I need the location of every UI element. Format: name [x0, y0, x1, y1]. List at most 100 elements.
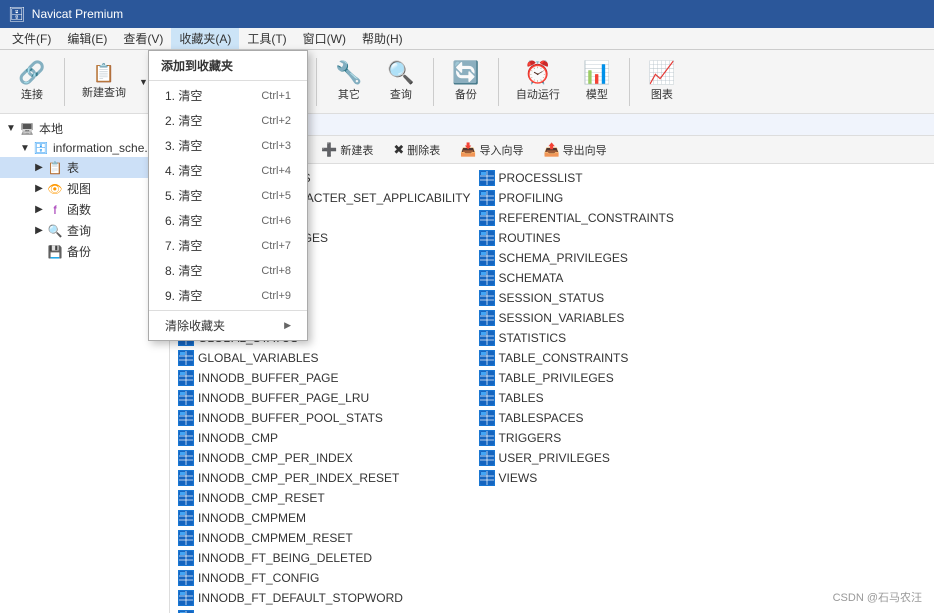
table-item-innodb_buffer_page[interactable]: INNODB_BUFFER_PAGE [174, 368, 475, 388]
obj-btn-export-wizard[interactable]: 📤导出向导 [534, 139, 615, 161]
table-item-innodb_buffer_page_lru[interactable]: INNODB_BUFFER_PAGE_LRU [174, 388, 475, 408]
table-item-triggers[interactable]: TRIGGERS [475, 428, 678, 448]
table-item-innodb_cmp[interactable]: INNODB_CMP [174, 428, 475, 448]
sidebar-item-backups[interactable]: 💾 备份 [0, 241, 169, 262]
toolbar-btn-report[interactable]: 📈图表 [638, 54, 686, 110]
favorites-dropdown: 添加到收藏夹1. 清空Ctrl+12. 清空Ctrl+23. 清空Ctrl+34… [148, 50, 308, 341]
toolbar-btn-other[interactable]: 🔧其它 [325, 54, 373, 110]
table-item-schema_privileges[interactable]: SCHEMA_PRIVILEGES [475, 248, 678, 268]
menu-item-window[interactable]: 窗口(W) [295, 28, 354, 49]
clear-favorites-label: 清除收藏夹 [165, 317, 225, 334]
table-name: INNODB_CMP [198, 431, 278, 445]
table-item-table_privileges[interactable]: TABLE_PRIVILEGES [475, 368, 678, 388]
table-item-user_privileges[interactable]: USER_PRIVILEGES [475, 448, 678, 468]
clear-favorites[interactable]: 清除收藏夹 [149, 313, 307, 338]
table-item-table_constraints[interactable]: TABLE_CONSTRAINTS [475, 348, 678, 368]
table-item-referential_constraints[interactable]: REFERENTIAL_CONSTRAINTS [475, 208, 678, 228]
table-icon [479, 250, 495, 266]
sidebar-item-tables[interactable]: ▶ 📋 表 [0, 157, 169, 178]
menu-item-file[interactable]: 文件(F) [4, 28, 59, 49]
table-item-views[interactable]: VIEWS [475, 468, 678, 488]
table-item-innodb_ft_deleted[interactable]: INNODB_FT_DELETED [174, 608, 475, 613]
sidebar-arrow-local: ▼ [4, 123, 18, 134]
favorites-item-3[interactable]: 3. 清空Ctrl+3 [149, 133, 307, 158]
table-item-innodb_ft_config[interactable]: INNODB_FT_CONFIG [174, 568, 475, 588]
sidebar-icon-tables: 📋 [46, 161, 64, 175]
toolbar-divider-4 [316, 58, 317, 106]
table-icon [479, 410, 495, 426]
sidebar-label-information_schema: information_sche... [53, 141, 154, 155]
toolbar-btn-auto-run[interactable]: ⏰自动运行 [507, 54, 569, 110]
dropdown-header[interactable]: 添加到收藏夹 [149, 53, 307, 78]
table-item-profiling[interactable]: PROFILING [475, 188, 678, 208]
table-item-statistics[interactable]: STATISTICS [475, 328, 678, 348]
table-item-tables[interactable]: TABLES [475, 388, 678, 408]
favorites-item-label-5: 5. 清空 [165, 187, 202, 204]
favorites-item-4[interactable]: 4. 清空Ctrl+4 [149, 158, 307, 183]
table-icon [178, 550, 194, 566]
dropdown-separator-2 [149, 310, 307, 311]
table-item-tablespaces[interactable]: TABLESPACES [475, 408, 678, 428]
table-icon [479, 270, 495, 286]
sidebar-item-queries[interactable]: ▶ 🔍 查询 [0, 220, 169, 241]
sidebar-item-views[interactable]: ▶ 👁 视图 [0, 178, 169, 199]
sidebar-item-functions[interactable]: ▶ f 函数 [0, 199, 169, 220]
table-name: SESSION_STATUS [499, 291, 605, 305]
table-item-session_variables[interactable]: SESSION_VARIABLES [475, 308, 678, 328]
favorites-item-label-4: 4. 清空 [165, 162, 202, 179]
sidebar-item-local[interactable]: ▼ 🖥 本地 [0, 118, 169, 139]
obj-btn-icon-delete-table: ✖ [393, 142, 404, 158]
sidebar-item-information_schema[interactable]: ▼ 🗄 information_sche... [0, 139, 169, 157]
table-item-innodb_ft_default_stopword[interactable]: INNODB_FT_DEFAULT_STOPWORD [174, 588, 475, 608]
favorites-item-7[interactable]: 7. 清空Ctrl+7 [149, 233, 307, 258]
sidebar-label-queries: 查询 [67, 222, 91, 239]
table-icon [178, 450, 194, 466]
table-item-innodb_buffer_pool_stats[interactable]: INNODB_BUFFER_POOL_STATS [174, 408, 475, 428]
menu-item-help[interactable]: 帮助(H) [354, 28, 411, 49]
table-item-global_variables[interactable]: GLOBAL_VARIABLES [174, 348, 475, 368]
favorites-item-6[interactable]: 6. 清空Ctrl+6 [149, 208, 307, 233]
menu-item-view[interactable]: 查看(V) [115, 28, 171, 49]
table-item-innodb_cmpmem[interactable]: INNODB_CMPMEM [174, 508, 475, 528]
sidebar: ▼ 🖥 本地 ▼ 🗄 information_sche... ▶ 📋 表 ▶ 👁… [0, 114, 170, 613]
table-item-innodb_cmp_per_index_reset[interactable]: INNODB_CMP_PER_INDEX_RESET [174, 468, 475, 488]
sidebar-label-tables: 表 [67, 159, 79, 176]
toolbar-btn-query[interactable]: 🔍查询 [377, 54, 425, 110]
shortcut-5: Ctrl+5 [261, 190, 291, 202]
favorites-item-9[interactable]: 9. 清空Ctrl+9 [149, 283, 307, 308]
sidebar-label-views: 视图 [67, 180, 91, 197]
shortcut-9: Ctrl+9 [261, 290, 291, 302]
table-icon [479, 290, 495, 306]
table-item-schemata[interactable]: SCHEMATA [475, 268, 678, 288]
dropdown-separator-1 [149, 80, 307, 81]
sidebar-icon-information_schema: 🗄 [32, 141, 50, 155]
menu-item-favorites[interactable]: 收藏夹(A) [171, 28, 239, 49]
toolbar-btn-new-query[interactable]: 📋新建查询 [73, 54, 135, 110]
table-item-innodb_cmp_per_index[interactable]: INNODB_CMP_PER_INDEX [174, 448, 475, 468]
toolbar-btn-model[interactable]: 📊模型 [573, 54, 621, 110]
menu-item-edit[interactable]: 编辑(E) [59, 28, 115, 49]
table-item-innodb_cmp_reset[interactable]: INNODB_CMP_RESET [174, 488, 475, 508]
table-item-innodb_cmpmem_reset[interactable]: INNODB_CMPMEM_RESET [174, 528, 475, 548]
toolbar-btn-connect[interactable]: 🔗连接 [8, 54, 56, 110]
obj-btn-new-table[interactable]: ➕新建表 [312, 139, 382, 161]
table-name: STATISTICS [499, 331, 567, 345]
favorites-item-2[interactable]: 2. 清空Ctrl+2 [149, 108, 307, 133]
toolbar-btn-backup[interactable]: 🔄备份 [442, 54, 490, 110]
table-item-processlist[interactable]: PROCESSLIST [475, 168, 678, 188]
obj-btn-import-wizard[interactable]: 📥导入向导 [451, 139, 532, 161]
sidebar-arrow-queries: ▶ [32, 225, 46, 236]
menu-item-tools[interactable]: 工具(T) [239, 28, 294, 49]
shortcut-2: Ctrl+2 [261, 115, 291, 127]
sidebar-icon-local: 🖥 [18, 122, 36, 136]
table-item-innodb_ft_being_deleted[interactable]: INNODB_FT_BEING_DELETED [174, 548, 475, 568]
obj-btn-delete-table[interactable]: ✖删除表 [384, 139, 449, 161]
table-item-routines[interactable]: ROUTINES [475, 228, 678, 248]
watermark: CSDN @石马农汪 [833, 589, 922, 605]
favorites-item-label-7: 7. 清空 [165, 237, 202, 254]
favorites-item-8[interactable]: 8. 清空Ctrl+8 [149, 258, 307, 283]
favorites-item-label-3: 3. 清空 [165, 137, 202, 154]
table-item-session_status[interactable]: SESSION_STATUS [475, 288, 678, 308]
favorites-item-5[interactable]: 5. 清空 Ctrl+5 [149, 183, 307, 208]
favorites-item-1[interactable]: 1. 清空Ctrl+1 [149, 83, 307, 108]
